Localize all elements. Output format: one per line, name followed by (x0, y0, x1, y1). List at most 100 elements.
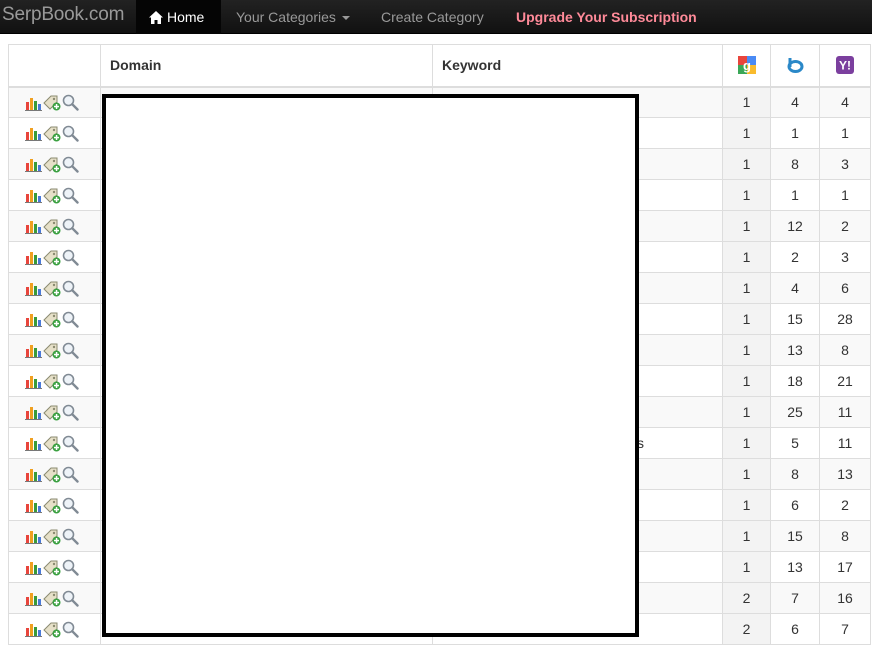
add-tag-icon[interactable] (43, 218, 61, 235)
chart-icon[interactable] (25, 218, 42, 235)
bing-rank-cell: 25 (770, 396, 820, 428)
nav-create-category[interactable]: Create Category (381, 0, 484, 34)
google-rank-cell: 1 (722, 551, 771, 583)
bing-rank-cell: 6 (770, 613, 820, 645)
bing-header[interactable] (770, 44, 820, 88)
search-icon[interactable] (62, 249, 79, 266)
row-actions (8, 179, 101, 211)
search-icon[interactable] (62, 125, 79, 142)
search-icon[interactable] (62, 311, 79, 328)
row-actions (8, 489, 101, 521)
google-rank-cell: 1 (722, 272, 771, 304)
add-tag-icon[interactable] (43, 311, 61, 328)
add-tag-icon[interactable] (43, 342, 61, 359)
add-tag-icon[interactable] (43, 621, 61, 638)
search-icon[interactable] (62, 559, 79, 576)
add-tag-icon[interactable] (43, 125, 61, 142)
google-rank-cell: 1 (722, 365, 771, 397)
yahoo-rank-cell: 8 (819, 334, 871, 366)
search-icon[interactable] (62, 156, 79, 173)
add-tag-icon[interactable] (43, 559, 61, 576)
search-icon[interactable] (62, 342, 79, 359)
chart-icon[interactable] (25, 249, 42, 266)
search-icon[interactable] (62, 187, 79, 204)
add-tag-icon[interactable] (43, 156, 61, 173)
keyword-header[interactable]: Keyword (432, 44, 723, 88)
add-tag-icon[interactable] (43, 435, 61, 452)
chart-icon[interactable] (25, 187, 42, 204)
row-actions (8, 86, 101, 118)
bing-rank-cell: 2 (770, 241, 820, 273)
row-actions (8, 520, 101, 552)
chart-icon[interactable] (25, 404, 42, 421)
add-tag-icon[interactable] (43, 94, 61, 111)
add-tag-icon[interactable] (43, 187, 61, 204)
search-icon[interactable] (62, 280, 79, 297)
add-tag-icon[interactable] (43, 373, 61, 390)
svg-text:g: g (743, 58, 751, 73)
chart-icon[interactable] (25, 466, 42, 483)
google-rank-cell: 1 (722, 520, 771, 552)
bing-rank-cell: 12 (770, 210, 820, 242)
nav-home[interactable]: Home (136, 0, 221, 34)
caret-down-icon (341, 16, 350, 20)
brand-logo[interactable]: SerpBook.com (2, 4, 124, 26)
chart-icon[interactable] (25, 156, 42, 173)
domain-header[interactable]: Domain (100, 44, 433, 88)
chart-icon[interactable] (25, 280, 42, 297)
search-icon[interactable] (62, 404, 79, 421)
bing-rank-cell: 15 (770, 520, 820, 552)
search-icon[interactable] (62, 466, 79, 483)
search-icon[interactable] (62, 373, 79, 390)
search-icon[interactable] (62, 94, 79, 111)
yahoo-rank-cell: 21 (819, 365, 871, 397)
google-rank-cell: 1 (722, 148, 771, 180)
google-rank-cell: 2 (722, 613, 771, 645)
chart-icon[interactable] (25, 95, 42, 111)
nav-categories-label: Your Categories (236, 9, 336, 25)
search-icon[interactable] (62, 435, 79, 452)
yahoo-rank-cell: 2 (819, 210, 871, 242)
search-icon[interactable] (62, 621, 79, 638)
add-tag-icon[interactable] (43, 404, 61, 421)
search-icon[interactable] (62, 590, 79, 607)
chart-icon[interactable] (25, 559, 42, 576)
bing-rank-cell: 8 (770, 458, 820, 490)
chart-icon[interactable] (25, 311, 42, 328)
google-rank-cell: 1 (722, 210, 771, 242)
yahoo-rank-cell: 6 (819, 272, 871, 304)
redaction-box (102, 94, 639, 637)
chart-icon[interactable] (25, 528, 42, 545)
chart-icon[interactable] (25, 590, 42, 607)
chart-icon[interactable] (25, 125, 42, 142)
search-icon[interactable] (62, 528, 79, 545)
yahoo-rank-cell: 7 (819, 613, 871, 645)
google-rank-cell: 1 (722, 334, 771, 366)
nav-your-categories[interactable]: Your Categories (236, 0, 350, 34)
add-tag-icon[interactable] (43, 466, 61, 483)
yahoo-header[interactable]: Y! (819, 44, 871, 88)
add-tag-icon[interactable] (43, 249, 61, 266)
chart-icon[interactable] (25, 342, 42, 359)
add-tag-icon[interactable] (43, 528, 61, 545)
row-actions (8, 117, 101, 149)
svg-text:Y!: Y! (839, 59, 851, 73)
bing-rank-cell: 8 (770, 148, 820, 180)
chart-icon[interactable] (25, 373, 42, 390)
search-icon[interactable] (62, 218, 79, 235)
google-header[interactable]: g (722, 44, 771, 88)
search-icon[interactable] (62, 497, 79, 514)
chart-icon[interactable] (25, 435, 42, 452)
nav-upgrade-subscription[interactable]: Upgrade Your Subscription (516, 0, 697, 34)
row-actions (8, 613, 101, 645)
row-actions (8, 272, 101, 304)
add-tag-icon[interactable] (43, 590, 61, 607)
yahoo-rank-cell: 28 (819, 303, 871, 335)
bing-rank-cell: 7 (770, 582, 820, 614)
chart-icon[interactable] (25, 621, 42, 638)
add-tag-icon[interactable] (43, 280, 61, 297)
add-tag-icon[interactable] (43, 497, 61, 514)
row-actions (8, 582, 101, 614)
chart-icon[interactable] (25, 497, 42, 514)
row-actions (8, 551, 101, 583)
